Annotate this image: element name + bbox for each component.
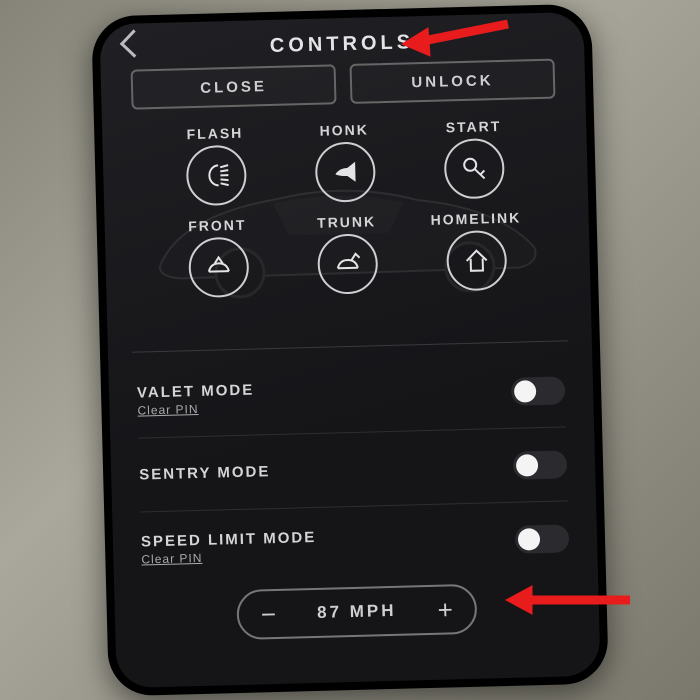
front-trunk-button[interactable] <box>188 237 250 299</box>
trunk-button[interactable] <box>317 233 379 295</box>
unlock-label: UNLOCK <box>411 72 494 91</box>
trunk-label: TRUNK <box>317 213 376 231</box>
homelink-label: HOMELINK <box>430 209 521 227</box>
divider <box>132 340 568 352</box>
speed-stepper: − 87 MPH + <box>236 584 477 640</box>
honk-label: HONK <box>319 121 369 138</box>
valet-toggle[interactable] <box>511 376 566 405</box>
speed-limit-title: SPEED LIMIT MODE <box>141 528 317 550</box>
front-action: FRONT <box>153 216 284 299</box>
homelink-button[interactable] <box>446 230 508 292</box>
homelink-action: HOMELINK <box>411 209 542 292</box>
speed-limit-toggle[interactable] <box>515 524 570 553</box>
sentry-title: SENTRY MODE <box>139 463 271 483</box>
settings-list: VALET MODE Clear PIN SENTRY MODE SPEED L… <box>108 351 598 588</box>
flash-action: FLASH <box>150 124 281 207</box>
toggle-knob <box>518 528 541 551</box>
speed-value: 87 MPH <box>317 601 397 623</box>
honk-button[interactable] <box>315 141 377 203</box>
start-action: START <box>409 117 540 200</box>
headlight-icon <box>198 157 235 194</box>
close-button[interactable]: CLOSE <box>131 64 337 109</box>
flash-button[interactable] <box>185 145 247 207</box>
speed-minus-button[interactable]: − <box>260 599 276 630</box>
page-title: CONTROLS <box>270 31 415 58</box>
phone-frame: CONTROLS CLOSE UNLOCK FLASH <box>91 4 609 697</box>
key-icon <box>456 150 493 187</box>
frunk-icon <box>200 249 237 286</box>
trunk-icon <box>329 246 366 283</box>
toggle-knob <box>514 380 537 403</box>
car-action-area: FLASH HONK START <box>116 116 577 342</box>
front-label: FRONT <box>188 217 247 235</box>
action-grid: FLASH HONK START <box>116 116 576 300</box>
sentry-mode-row: SENTRY MODE <box>138 427 568 512</box>
unlock-button[interactable]: UNLOCK <box>350 59 556 104</box>
valet-title: VALET MODE <box>137 382 255 402</box>
back-icon[interactable] <box>120 29 148 57</box>
valet-clear-pin-link[interactable]: Clear PIN <box>137 401 255 418</box>
speed-plus-button[interactable]: + <box>437 594 453 625</box>
speed-limit-row: SPEED LIMIT MODE Clear PIN <box>140 501 570 586</box>
sentry-toggle[interactable] <box>513 450 568 479</box>
trunk-action: TRUNK <box>282 212 413 295</box>
speed-limit-clear-pin-link[interactable]: Clear PIN <box>141 547 317 566</box>
honk-action: HONK <box>279 120 410 203</box>
home-icon <box>459 242 496 279</box>
close-label: CLOSE <box>200 78 267 97</box>
flash-label: FLASH <box>186 125 243 142</box>
app-screen: CONTROLS CLOSE UNLOCK FLASH <box>99 12 600 688</box>
start-button[interactable] <box>444 138 506 200</box>
toggle-knob <box>516 454 539 477</box>
start-label: START <box>445 118 501 135</box>
valet-mode-row: VALET MODE Clear PIN <box>136 353 566 438</box>
horn-icon <box>327 154 364 191</box>
